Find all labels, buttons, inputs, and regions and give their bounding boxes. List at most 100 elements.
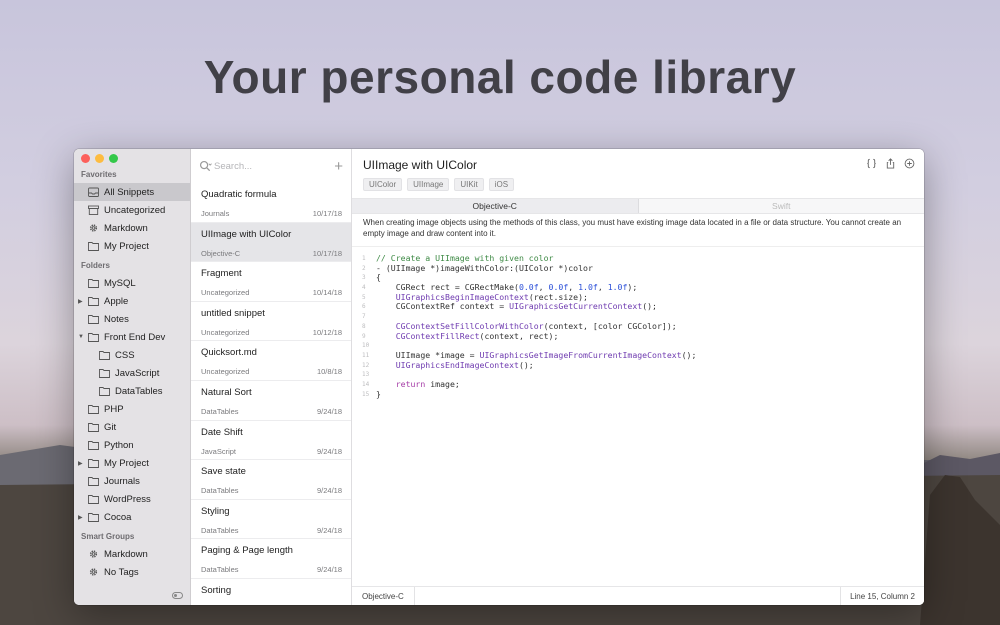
code-token: } — [376, 388, 381, 399]
code-line: 6 CGContextRef context = UIGraphicsGetCu… — [362, 302, 924, 312]
disclosure-down-icon[interactable]: ▼ — [78, 334, 85, 340]
sidebar-item-php[interactable]: PHP — [74, 400, 190, 418]
sidebar-item-markdown[interactable]: Markdown — [74, 219, 190, 237]
line-number: 7 — [362, 313, 366, 321]
sidebar-item-wordpress[interactable]: WordPress — [74, 490, 190, 508]
tab-swift[interactable]: Swift — [638, 199, 924, 213]
disclosure-right-icon[interactable]: ▶ — [78, 460, 85, 467]
disclosure-right-icon[interactable]: ▶ — [78, 298, 85, 305]
disclosure-right-icon[interactable]: ▶ — [78, 514, 85, 521]
tag-uikit[interactable]: UIKit — [454, 178, 484, 191]
code-token: CGContextRef context = — [376, 301, 510, 312]
sidebar-item-label: Markdown — [104, 548, 148, 560]
folder-icon — [88, 332, 99, 342]
snippet-item-title: Fragment — [201, 268, 242, 280]
snippet-item-date: 10/14/18 — [312, 288, 342, 298]
snippet-item-title: Save state — [201, 466, 246, 478]
sidebar-item-my-project[interactable]: ▶ My Project — [74, 454, 190, 472]
sidebar-item-mysql[interactable]: MySQL — [74, 274, 190, 292]
snippet-list-item[interactable]: untitled snippet Uncategorized 10/12/18 — [191, 302, 351, 342]
sidebar-toggle-icon[interactable] — [172, 592, 183, 599]
sidebar-item-no-tags[interactable]: No Tags — [74, 563, 190, 581]
tag-uicolor[interactable]: UIColor — [363, 178, 403, 191]
code-editor[interactable]: 1 // Create a UIImage with given color 2 - … — [352, 247, 924, 586]
code-token: 0.0f — [548, 282, 569, 293]
snippet-list-item[interactable]: SortingDataTables9/24/18 — [191, 579, 351, 605]
line-number: 2 — [362, 264, 366, 272]
sidebar-item-cocoa[interactable]: ▶ Cocoa — [74, 508, 190, 526]
code-line: 9 CGContextFillRect(context, rect); — [362, 331, 924, 342]
code-token: CGContextSetFillColorWithColor — [376, 320, 544, 331]
line-number: 6 — [362, 303, 366, 311]
sidebar-item-javascript[interactable]: JavaScript — [74, 364, 190, 382]
editor-header: UIImage with UIColor UIColor UIImage UIKit… — [352, 149, 924, 198]
sidebar-item-datatables[interactable]: DataTables — [74, 382, 190, 400]
search-input[interactable]: Search... — [214, 161, 252, 172]
tag-ios[interactable]: iOS — [488, 178, 515, 191]
snippet-list-item[interactable]: Quicksort.md Uncategorized 10/8/18 — [191, 341, 351, 381]
close-window-button[interactable] — [81, 154, 90, 163]
folders-header: Folders — [81, 261, 110, 270]
sidebar-item-label: MySQL — [104, 277, 136, 289]
snippet-list-item[interactable]: Date Shift JavaScript 9/24/18 — [191, 421, 351, 461]
sidebar-item-my-project[interactable]: My Project — [74, 237, 190, 255]
code-token: return — [376, 378, 426, 389]
add-circle-icon[interactable] — [904, 158, 915, 169]
code-line: 15} — [362, 388, 924, 400]
braces-icon[interactable] — [866, 158, 877, 169]
sidebar-item-markdown[interactable]: Markdown — [74, 545, 190, 563]
code-token: 1.0f — [607, 282, 628, 293]
snippet-item-title: Paging & Page length — [201, 545, 293, 557]
sidebar-item-journals[interactable]: Journals — [74, 472, 190, 490]
sidebar-item-css[interactable]: CSS — [74, 346, 190, 364]
zoom-window-button[interactable] — [109, 154, 118, 163]
code-line: 2 - (UIImage *)imageWithColor:(UIColor *)… — [362, 263, 924, 274]
snippet-item-title: Styling — [201, 505, 230, 517]
line-number: 8 — [362, 322, 366, 330]
sidebar-item-apple[interactable]: ▶ Apple — [74, 292, 190, 310]
snippet-list-item[interactable]: Paging & Page length DataTables 9/24/18 — [191, 539, 351, 579]
tab-objective-c[interactable]: Objective-C — [352, 199, 639, 213]
tag-uiimage[interactable]: UIImage — [407, 178, 450, 191]
sidebar-item-notes[interactable]: Notes — [74, 310, 190, 328]
gear-icon — [88, 549, 99, 559]
code-token: { — [376, 272, 381, 283]
sidebar-item-label: Git — [104, 421, 117, 433]
snippet-item-date: 9/24/18 — [316, 525, 342, 535]
snippet-list-item[interactable]: Save state DataTables 9/24/18 — [191, 460, 351, 500]
snippet-title[interactable]: UIImage with UIColor — [363, 158, 913, 172]
code-token: , — [568, 282, 579, 293]
snippet-list-item[interactable]: UIImage with UIColor Objective-C 10/17/18 — [191, 222, 351, 263]
minimize-window-button[interactable] — [95, 154, 104, 163]
snippet-list-item[interactable]: Fragment Uncategorized 10/14/18 — [191, 262, 351, 302]
code-token: , — [597, 282, 608, 293]
sidebar-item-git[interactable]: Git — [74, 418, 190, 436]
sidebar-item-front-end-dev[interactable]: ▼ Front End Dev — [74, 328, 190, 346]
add-snippet-button[interactable]: + — [334, 158, 343, 175]
snippet-list-item[interactable]: Styling DataTables 9/24/18 — [191, 500, 351, 540]
snippet-item-date: 10/8/18 — [316, 367, 342, 377]
folder-icon — [88, 458, 99, 468]
status-language[interactable]: Objective-C — [352, 587, 415, 605]
search-bar[interactable]: Search... + — [191, 149, 351, 183]
sidebar-item-uncategorized[interactable]: Uncategorized — [74, 201, 190, 219]
code-token: (); — [681, 349, 697, 360]
code-token: UIImage *image = — [376, 349, 480, 360]
sidebar-item-label: All Snippets — [104, 186, 155, 198]
line-number: 4 — [362, 284, 366, 292]
snippet-item-date: 10/17/18 — [312, 209, 342, 218]
folder-icon — [88, 278, 99, 288]
folder-icon — [88, 422, 99, 432]
line-number: 5 — [362, 293, 366, 301]
snippet-list-item[interactable]: Natural Sort DataTables 9/24/18 — [191, 381, 351, 421]
snippet-description[interactable]: When creating image objects using the me… — [352, 214, 924, 247]
sidebar-item-label: Cocoa — [104, 511, 132, 523]
line-number: 10 — [362, 342, 370, 350]
snippet-item-category: JavaScript — [201, 446, 237, 456]
share-icon[interactable] — [885, 158, 896, 169]
snippet-list-item[interactable]: Quadratic formula Journals 10/17/18 — [191, 183, 351, 223]
sidebar-item-python[interactable]: Python — [74, 436, 190, 454]
sidebar-item-label: WordPress — [104, 493, 151, 505]
sidebar-item-all-snippets[interactable]: All Snippets — [74, 183, 190, 201]
folder-icon — [88, 241, 99, 251]
